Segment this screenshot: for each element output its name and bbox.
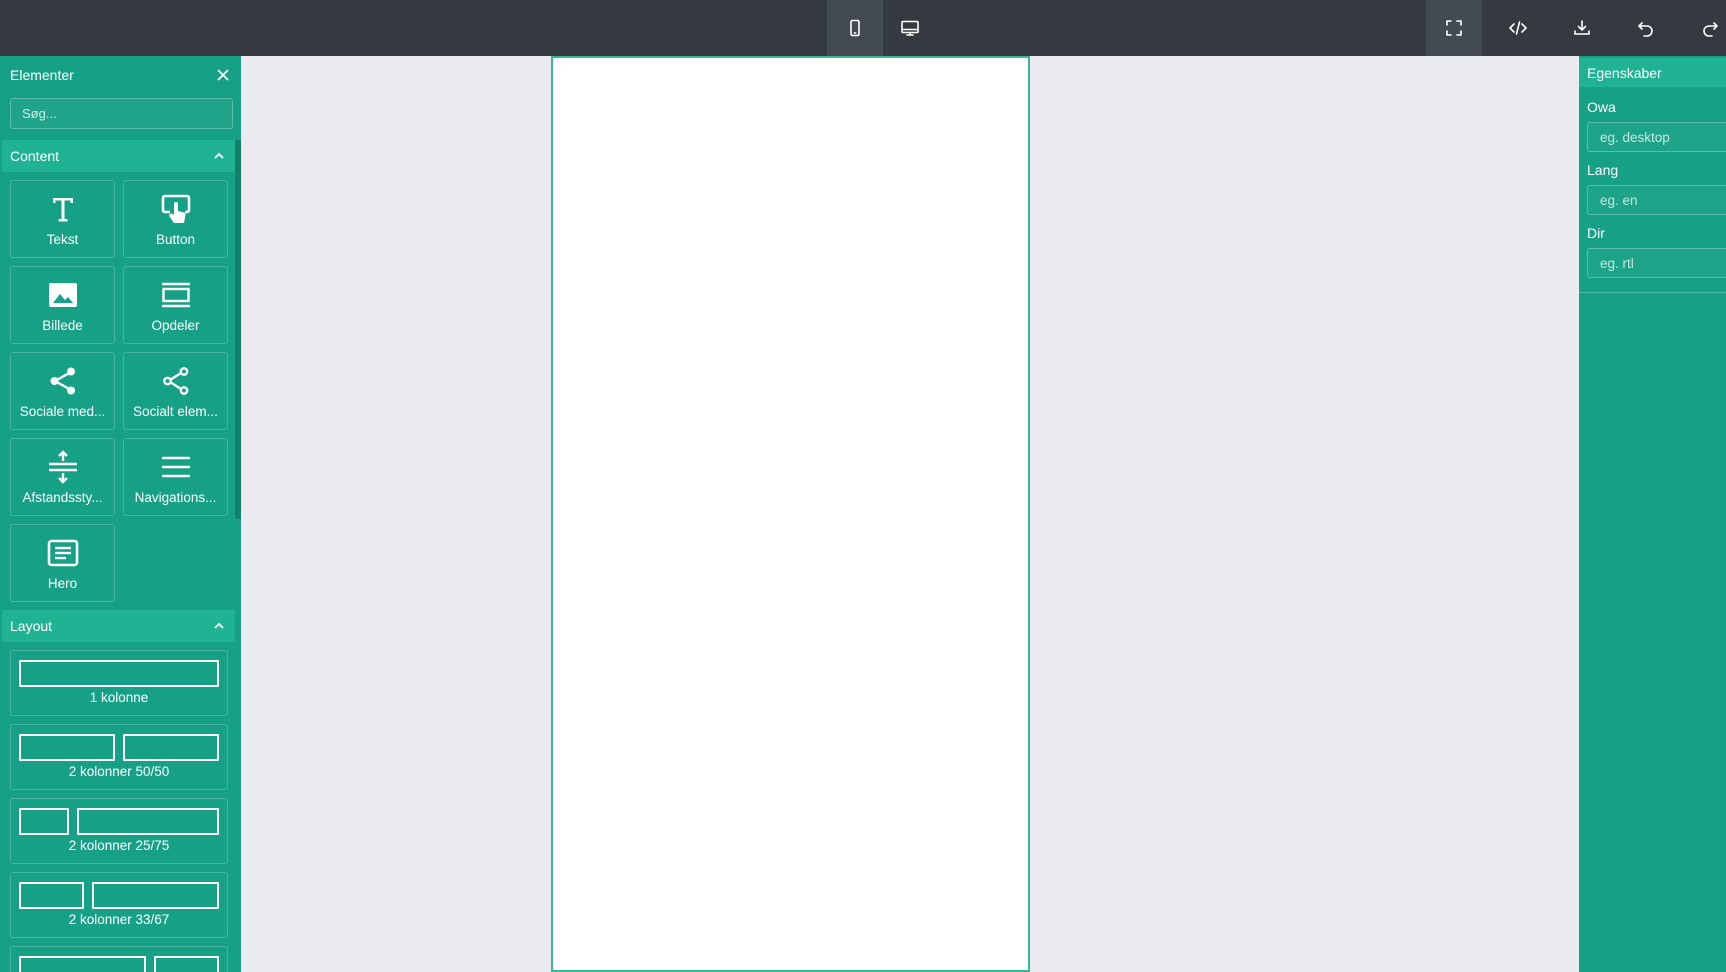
view-code-button[interactable] (1490, 0, 1546, 56)
block-2-columns-67-33[interactable] (10, 946, 228, 972)
column-placeholder (19, 808, 69, 835)
blocks-panel-title: Elementer (10, 67, 74, 83)
block-label: Opdeler (151, 317, 200, 333)
lang-label: Lang (1587, 162, 1619, 178)
column-placeholder (19, 882, 85, 909)
block-label: 2 kolonner 33/67 (68, 912, 170, 927)
blocks-panel: Elementer Content Tekst Button Billede (0, 56, 241, 972)
layout-blocks-list: 1 kolonne 2 kolonner 50/50 2 kolonner 25… (2, 650, 235, 972)
blocks-search-input[interactable] (10, 98, 233, 129)
desktop-view-button[interactable] (882, 0, 938, 56)
redo-icon (1703, 22, 1718, 37)
redo-button[interactable] (1682, 0, 1726, 56)
block-label: Navigations... (134, 489, 217, 505)
undo-icon (1638, 22, 1653, 37)
block-label: 1 kolonne (89, 690, 149, 705)
dir-label: Dir (1587, 225, 1605, 241)
content-blocks-grid: Tekst Button Billede Opdeler Sociale med… (2, 172, 235, 610)
owa-label: Owa (1587, 99, 1616, 115)
block-image[interactable]: Billede (10, 266, 115, 344)
block-2-columns-50-50[interactable]: 2 kolonner 50/50 (10, 724, 228, 790)
column-placeholder (19, 660, 219, 687)
block-2-columns-25-75[interactable]: 2 kolonner 25/75 (10, 798, 228, 864)
block-hero[interactable]: Hero (10, 524, 115, 602)
category-layout-label: Layout (10, 618, 53, 634)
block-divider[interactable]: Opdeler (123, 266, 228, 344)
block-button[interactable]: Button (123, 180, 228, 258)
import-button[interactable] (1554, 0, 1610, 56)
properties-panel-title: Egenskaber (1587, 64, 1662, 81)
category-content-label: Content (10, 148, 60, 164)
column-placeholder (19, 734, 115, 761)
block-social-element[interactable]: Socialt elem... (123, 352, 228, 430)
category-content-header[interactable]: Content (2, 140, 235, 172)
text-icon (52, 197, 73, 221)
chevron-up-icon (214, 622, 224, 629)
top-toolbar (0, 0, 1726, 56)
close-blocks-panel-button[interactable] (215, 67, 231, 83)
close-icon (217, 69, 229, 81)
editor-canvas[interactable] (551, 56, 1030, 972)
block-label: Socialt elem... (133, 403, 218, 419)
block-label: Hero (47, 575, 78, 591)
block-spacer[interactable]: Afstandssty... (10, 438, 115, 516)
owa-input[interactable] (1587, 122, 1726, 152)
properties-section: Owa Lang Dir (1579, 87, 1726, 293)
fullscreen-button[interactable] (1426, 0, 1482, 56)
blocks-panel-header: Elementer (0, 57, 241, 93)
block-1-column[interactable]: 1 kolonne (10, 650, 228, 716)
menu-icon (161, 456, 190, 477)
dir-input[interactable] (1587, 248, 1726, 278)
properties-panel-header: Egenskaber (1579, 58, 1726, 87)
block-label: Sociale med... (19, 403, 106, 419)
download-icon (1574, 20, 1590, 35)
chevron-up-icon (214, 152, 224, 159)
button-click-icon (161, 194, 190, 223)
block-social-media[interactable]: Sociale med... (10, 352, 115, 430)
undo-button[interactable] (1618, 0, 1674, 56)
block-label: Billede (42, 317, 83, 333)
block-text[interactable]: Tekst (10, 180, 115, 258)
block-label: Tekst (46, 231, 79, 247)
share-outline-icon (162, 366, 188, 395)
fullscreen-icon (1446, 20, 1462, 36)
block-label: 2 kolonner 25/75 (68, 838, 170, 853)
share-icon (50, 367, 75, 394)
column-placeholder (77, 808, 219, 835)
properties-panel: Egenskaber Owa Lang Dir (1579, 56, 1726, 972)
blocks-list: Content Tekst Button Billede Opdeler Soc… (2, 140, 235, 972)
mobile-icon (850, 19, 860, 37)
block-label: Button (155, 231, 196, 247)
spacer-icon (48, 449, 77, 484)
desktop-icon (901, 20, 919, 36)
block-label: 2 kolonner 50/50 (68, 764, 170, 779)
column-placeholder (153, 956, 219, 972)
image-icon (48, 282, 77, 307)
category-layout-header[interactable]: Layout (2, 610, 235, 642)
block-2-columns-33-67[interactable]: 2 kolonner 33/67 (10, 872, 228, 938)
divider-icon (161, 282, 190, 307)
mobile-view-button[interactable] (827, 0, 883, 56)
lang-input[interactable] (1587, 185, 1726, 215)
column-placeholder (123, 734, 219, 761)
blocks-panel-scrollbar[interactable] (235, 140, 241, 519)
column-placeholder (19, 956, 146, 972)
column-placeholder (92, 882, 219, 909)
block-navigation[interactable]: Navigations... (123, 438, 228, 516)
block-label: Afstandssty... (22, 489, 103, 505)
hero-icon (47, 539, 78, 566)
code-icon (1509, 21, 1527, 35)
